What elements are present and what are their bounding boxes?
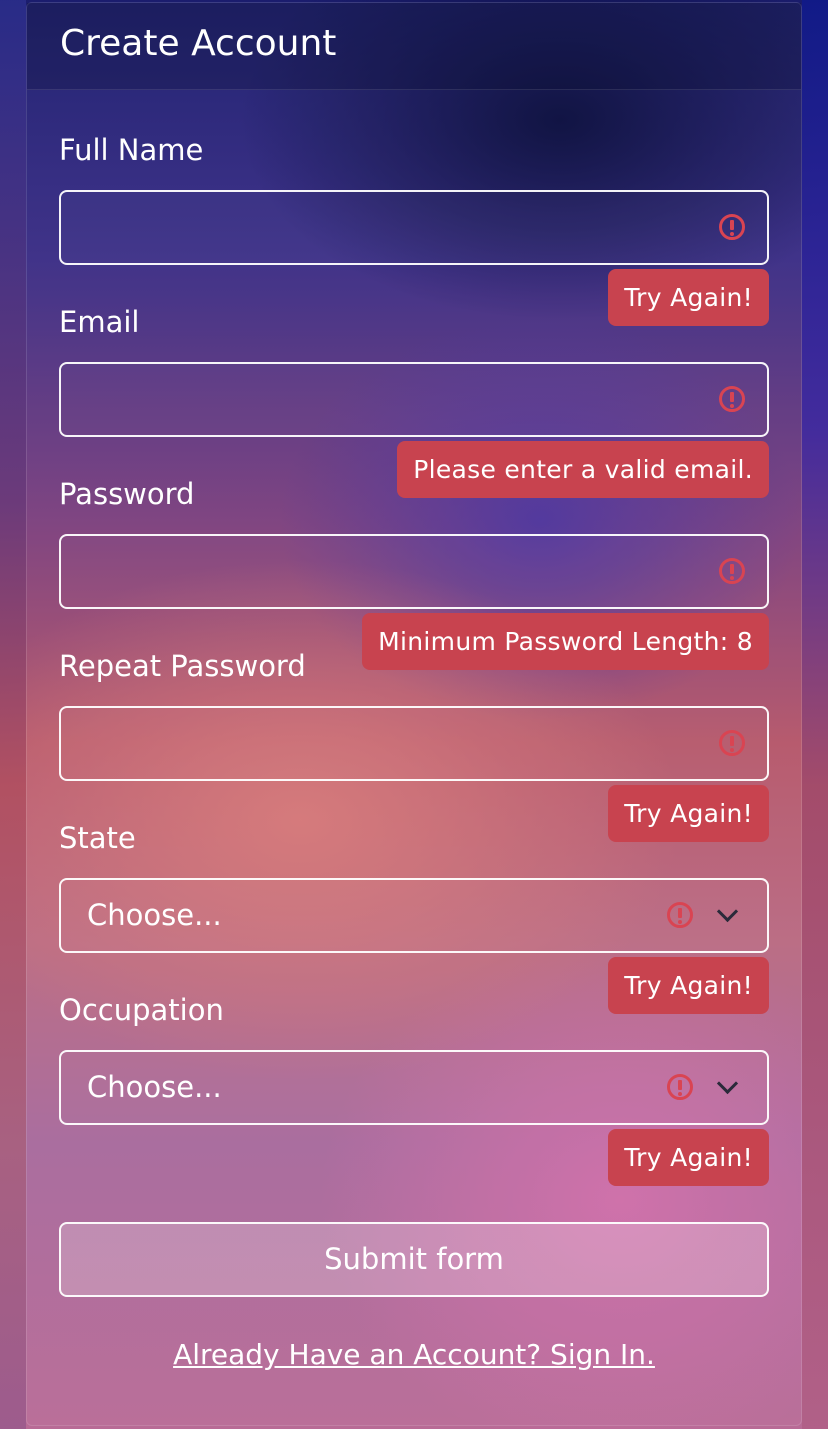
email-field[interactable] xyxy=(59,362,769,437)
occupation-label: Occupation xyxy=(59,993,224,1027)
email-label: Email xyxy=(59,305,140,339)
error-icon xyxy=(667,902,693,928)
page-title: Create Account xyxy=(60,23,337,64)
error-icon xyxy=(719,730,745,756)
background-left-edge xyxy=(0,0,26,1429)
repeat-password-label: Repeat Password xyxy=(59,649,306,683)
error-icon xyxy=(719,214,745,240)
email-error-tooltip: Please enter a valid email. xyxy=(397,441,769,498)
sign-in-link[interactable]: Already Have an Account? Sign In. xyxy=(0,1338,828,1371)
card-header: Create Account xyxy=(27,3,801,90)
chevron-down-icon xyxy=(716,900,739,923)
full-name-label: Full Name xyxy=(59,133,204,167)
full-name-error-tooltip: Try Again! xyxy=(608,269,769,326)
occupation-select[interactable]: Choose... xyxy=(59,1050,769,1125)
error-icon xyxy=(719,558,745,584)
state-select[interactable]: Choose... xyxy=(59,878,769,953)
error-icon xyxy=(667,1074,693,1100)
full-name-input[interactable] xyxy=(61,192,767,263)
chevron-down-icon xyxy=(716,1072,739,1095)
password-label: Password xyxy=(59,477,195,511)
full-name-field[interactable] xyxy=(59,190,769,265)
password-input[interactable] xyxy=(61,536,767,607)
background-right-edge xyxy=(802,0,828,1429)
repeat-password-field[interactable] xyxy=(59,706,769,781)
state-label: State xyxy=(59,821,136,855)
state-selected-value: Choose... xyxy=(87,898,222,932)
password-field[interactable] xyxy=(59,534,769,609)
error-icon xyxy=(719,386,745,412)
submit-button[interactable]: Submit form xyxy=(59,1222,769,1297)
occupation-error-tooltip: Try Again! xyxy=(608,1129,769,1186)
email-input[interactable] xyxy=(61,364,767,435)
repeat-password-error-tooltip: Try Again! xyxy=(608,785,769,842)
occupation-selected-value: Choose... xyxy=(87,1070,222,1104)
state-error-tooltip: Try Again! xyxy=(608,957,769,1014)
repeat-password-input[interactable] xyxy=(61,708,767,779)
password-error-tooltip: Minimum Password Length: 8 xyxy=(362,613,769,670)
